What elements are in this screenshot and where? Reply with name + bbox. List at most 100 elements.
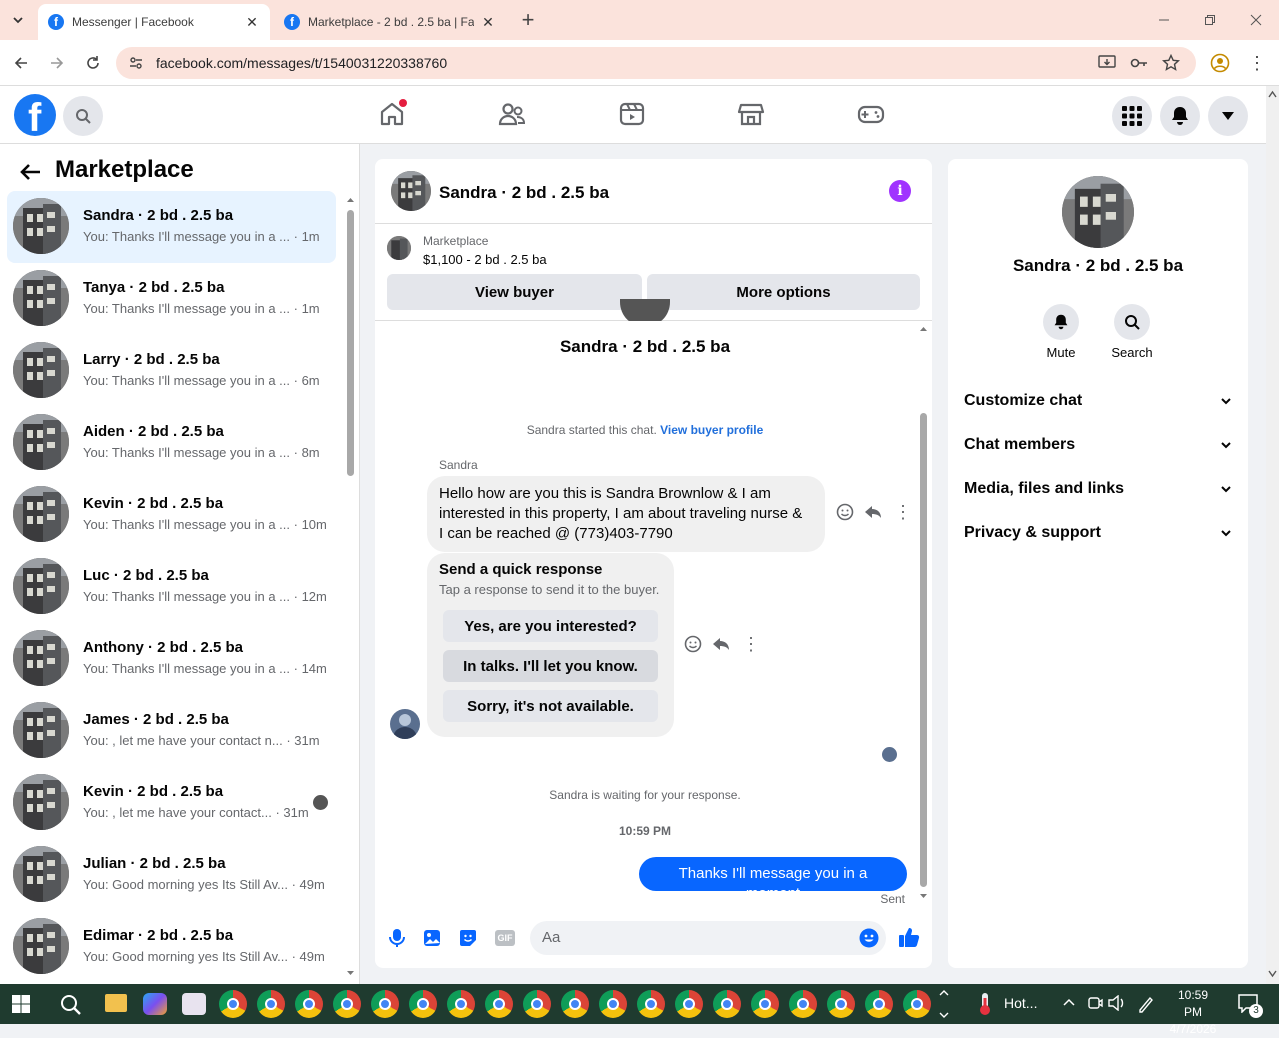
- chrome-taskbar-icon[interactable]: [371, 990, 399, 1018]
- copilot-icon[interactable]: [143, 993, 167, 1015]
- microphone-icon[interactable]: [388, 928, 406, 948]
- install-app-icon[interactable]: [1098, 55, 1116, 71]
- account-chevron-icon[interactable]: [1208, 96, 1248, 136]
- chat-title[interactable]: Sandra · 2 bd . 2.5 ba: [439, 183, 609, 203]
- conversation-item[interactable]: Sandra · 2 bd . 2.5 ba You: Thanks I'll m…: [7, 191, 336, 263]
- tab-messenger[interactable]: f Messenger | Facebook ✕: [38, 4, 270, 40]
- scrollbar-thumb[interactable]: [347, 210, 354, 476]
- clock[interactable]: 10:59 PM 4/7/2026: [1168, 987, 1218, 1038]
- chrome-taskbar-icon[interactable]: [409, 990, 437, 1018]
- conversation-item[interactable]: Kevin · 2 bd . 2.5 ba You: Thanks I'll me…: [7, 479, 336, 551]
- chrome-taskbar-icon[interactable]: [675, 990, 703, 1018]
- forward-icon[interactable]: [45, 51, 69, 75]
- password-key-icon[interactable]: [1130, 56, 1148, 70]
- restore-icon[interactable]: [1198, 8, 1222, 32]
- taskbar-scroll[interactable]: [938, 986, 950, 1022]
- address-bar[interactable]: facebook.com/messages/t/1540031220338760: [116, 47, 1196, 79]
- chrome-taskbar-icon[interactable]: [333, 990, 361, 1018]
- back-icon[interactable]: [9, 51, 33, 75]
- volume-icon[interactable]: [1108, 995, 1126, 1011]
- react-emoji-icon[interactable]: [836, 503, 854, 521]
- info-icon[interactable]: i: [889, 180, 911, 202]
- sender-avatar[interactable]: [390, 709, 420, 739]
- chrome-taskbar-icon[interactable]: [713, 990, 741, 1018]
- chrome-taskbar-icon[interactable]: [295, 990, 323, 1018]
- chrome-taskbar-icon[interactable]: [789, 990, 817, 1018]
- reload-icon[interactable]: [81, 51, 105, 75]
- view-buyer-profile-link[interactable]: View buyer profile: [660, 423, 763, 437]
- weather-text[interactable]: Hot...: [1004, 995, 1037, 1011]
- windows-start-icon[interactable]: [12, 995, 30, 1013]
- conversation-item[interactable]: Edimar · 2 bd . 2.5 ba You: Good morning …: [7, 911, 336, 983]
- meet-camera-icon[interactable]: [1087, 995, 1103, 1011]
- quick-response-option-talks[interactable]: In talks. I'll let you know.: [443, 650, 658, 682]
- conversation-item[interactable]: James · 2 bd . 2.5 ba You: , let me have …: [7, 695, 336, 767]
- chrome-taskbar-icon[interactable]: [485, 990, 513, 1018]
- facebook-logo-icon[interactable]: f: [14, 94, 56, 136]
- outgoing-message[interactable]: Thanks I'll message you in a moment: [639, 857, 907, 902]
- emoji-icon[interactable]: [859, 928, 879, 948]
- customize-chat-section[interactable]: Customize chat: [964, 392, 1232, 410]
- more-options-button[interactable]: More options: [647, 274, 920, 310]
- view-buyer-button[interactable]: View buyer: [387, 274, 642, 310]
- conversation-item[interactable]: Larry · 2 bd . 2.5 ba You: Thanks I'll me…: [7, 335, 336, 407]
- chrome-taskbar-icon[interactable]: [827, 990, 855, 1018]
- quick-response-option-yes[interactable]: Yes, are you interested?: [443, 610, 658, 642]
- conversation-item[interactable]: Tanya · 2 bd . 2.5 ba You: Thanks I'll me…: [7, 263, 336, 335]
- tab-search-chevron-icon[interactable]: [6, 8, 30, 32]
- back-arrow-icon[interactable]: [18, 160, 42, 184]
- chrome-taskbar-icon[interactable]: [751, 990, 779, 1018]
- like-thumb-icon[interactable]: [898, 926, 920, 948]
- notifications-bell-icon[interactable]: [1160, 96, 1200, 136]
- media-files-section[interactable]: Media, files and links: [964, 480, 1232, 498]
- minimize-icon[interactable]: [1152, 8, 1176, 32]
- site-settings-icon[interactable]: [128, 55, 144, 71]
- conversation-item[interactable]: Kevin · 2 bd . 2.5 ba You: , let me have …: [7, 767, 336, 839]
- sticker-icon[interactable]: [459, 929, 477, 947]
- close-window-icon[interactable]: [1244, 8, 1268, 32]
- scrollbar-thumb[interactable]: [920, 413, 927, 887]
- notification-center-icon[interactable]: 3: [1238, 993, 1263, 1018]
- chat-scrollbar[interactable]: [918, 323, 930, 898]
- incoming-message[interactable]: Hello how are you this is Sandra Brownlo…: [427, 476, 825, 552]
- more-actions-icon[interactable]: ⋮: [894, 502, 912, 523]
- chrome-taskbar-icon[interactable]: [561, 990, 589, 1018]
- chrome-taskbar-icon[interactable]: [903, 990, 931, 1018]
- chrome-taskbar-icon[interactable]: [523, 990, 551, 1018]
- close-tab-icon[interactable]: ✕: [480, 14, 496, 31]
- sidebar-scrollbar[interactable]: [345, 194, 357, 980]
- marketplace-icon[interactable]: [737, 100, 765, 128]
- friends-icon[interactable]: [498, 100, 526, 128]
- more-actions-icon[interactable]: ⋮: [742, 634, 760, 655]
- chrome-taskbar-icon[interactable]: [599, 990, 627, 1018]
- photo-icon[interactable]: [423, 929, 441, 947]
- gaming-icon[interactable]: [857, 100, 885, 128]
- bookmark-star-icon[interactable]: [1162, 54, 1180, 72]
- search-icon[interactable]: [63, 96, 103, 136]
- react-emoji-icon[interactable]: [684, 635, 702, 653]
- conversation-item[interactable]: Julian · 2 bd . 2.5 ba You: Good morning …: [7, 839, 336, 911]
- home-icon[interactable]: [378, 99, 407, 128]
- browser-menu-icon[interactable]: ⋮: [1245, 51, 1269, 75]
- file-explorer-icon[interactable]: [105, 994, 127, 1012]
- chat-avatar[interactable]: [391, 171, 431, 211]
- menu-grid-icon[interactable]: [1112, 96, 1152, 136]
- conversation-item[interactable]: Anthony · 2 bd . 2.5 ba You: Thanks I'll …: [7, 623, 336, 695]
- profile-avatar[interactable]: [1062, 176, 1134, 248]
- gif-icon[interactable]: GIF: [495, 930, 515, 946]
- search-icon[interactable]: [1114, 304, 1150, 340]
- chat-members-section[interactable]: Chat members: [964, 436, 1232, 454]
- chrome-taskbar-icon[interactable]: [637, 990, 665, 1018]
- video-icon[interactable]: [618, 100, 646, 128]
- mute-label[interactable]: Mute: [1026, 345, 1096, 360]
- conversation-item[interactable]: Luc · 2 bd . 2.5 ba You: Thanks I'll mess…: [7, 551, 336, 623]
- reply-icon[interactable]: [864, 503, 882, 521]
- page-scrollbar[interactable]: [1266, 86, 1279, 984]
- close-tab-icon[interactable]: ✕: [244, 14, 260, 31]
- tab-marketplace[interactable]: f Marketplace - 2 bd . 2.5 ba | Fac ✕: [274, 4, 506, 40]
- chrome-taskbar-icon[interactable]: [865, 990, 893, 1018]
- taskbar-search-icon[interactable]: [60, 994, 82, 1016]
- new-tab-icon[interactable]: +: [516, 7, 540, 32]
- reply-icon[interactable]: [712, 635, 730, 653]
- listing-thumbnail[interactable]: [387, 236, 411, 260]
